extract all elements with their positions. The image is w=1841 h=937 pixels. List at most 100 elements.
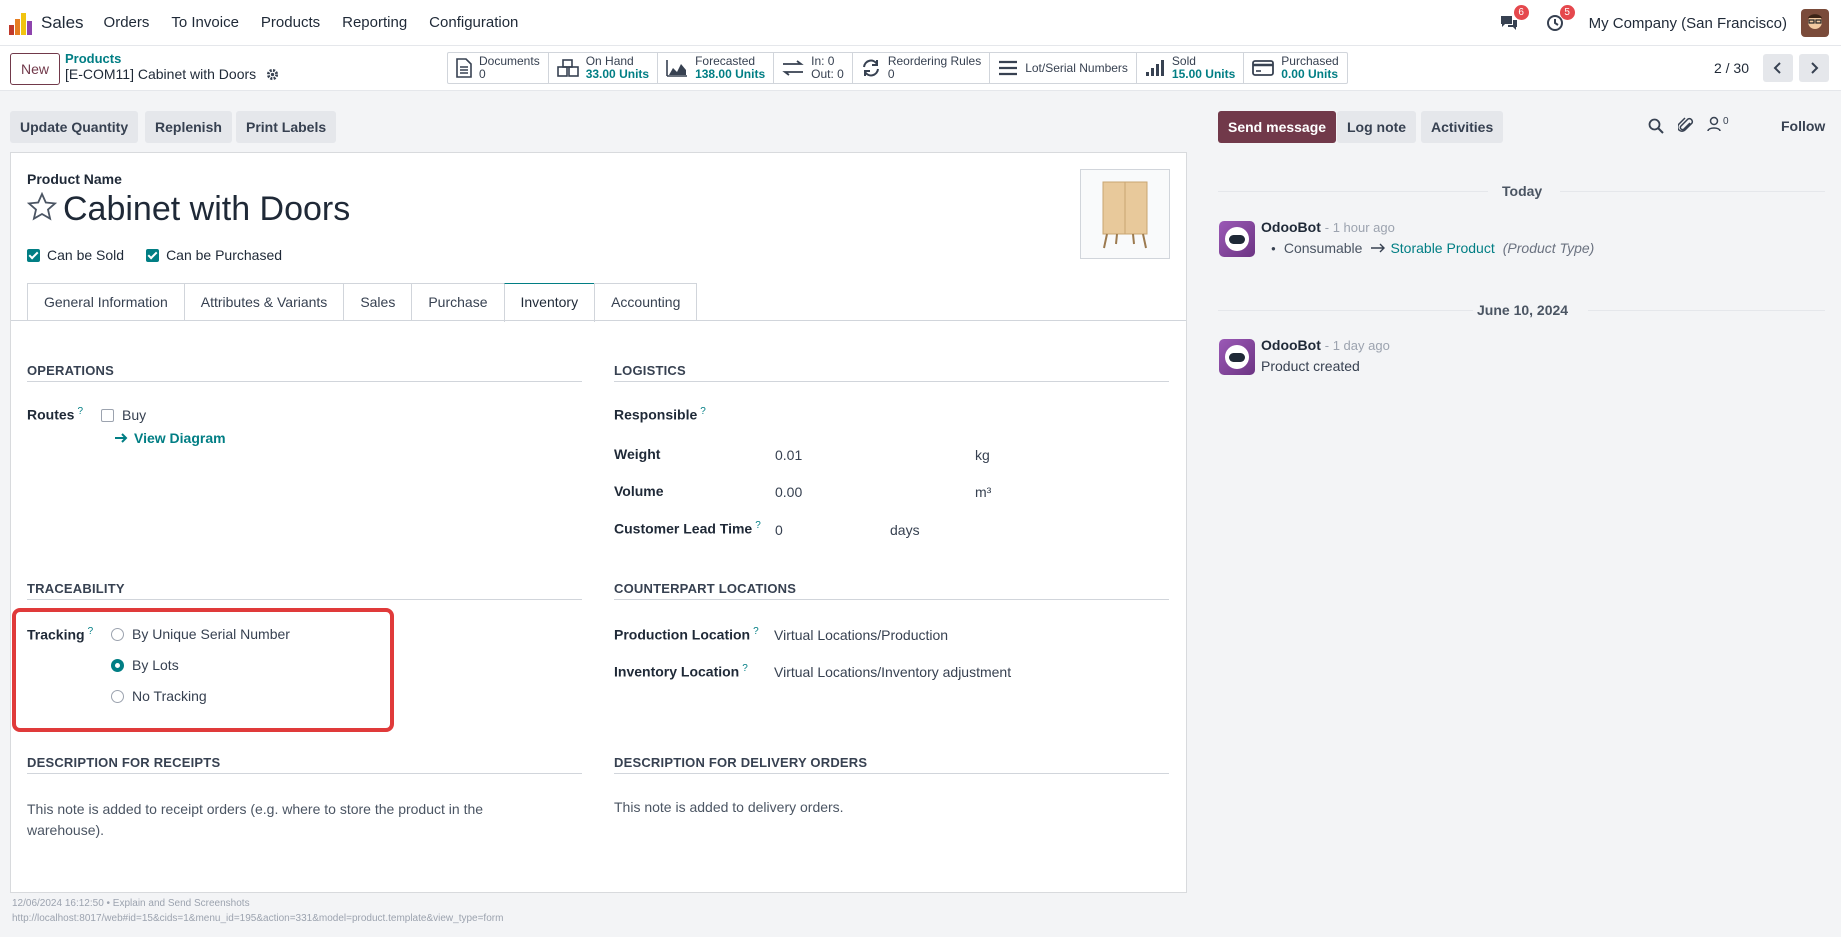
tab-sales[interactable]: Sales bbox=[343, 283, 413, 321]
menu-products[interactable]: Products bbox=[261, 14, 320, 31]
in-out-smart-button[interactable]: In: 0 Out: 0 bbox=[774, 53, 853, 83]
tab-purchase[interactable]: Purchase bbox=[411, 283, 505, 321]
product-name-field[interactable]: Cabinet with Doors bbox=[63, 190, 350, 229]
traceability-divider bbox=[27, 599, 582, 600]
inventory-location-field[interactable]: Virtual Locations/Inventory adjustment bbox=[774, 664, 1011, 680]
breadcrumb: Products [E-COM11] Cabinet with Doors bbox=[65, 52, 279, 83]
routes-label: Routes bbox=[27, 406, 75, 423]
tab-inventory[interactable]: Inventory bbox=[503, 283, 596, 322]
desc-receipts-field[interactable]: This note is added to receipt orders (e.… bbox=[27, 799, 527, 841]
sold-smart-button[interactable]: Sold 15.00 Units bbox=[1137, 53, 1245, 83]
gear-icon[interactable] bbox=[266, 68, 279, 81]
desc-delivery-divider bbox=[614, 773, 1169, 774]
log-note-button[interactable]: Log note bbox=[1337, 111, 1417, 143]
activities-badge: 5 bbox=[1559, 5, 1575, 20]
refresh-icon bbox=[862, 59, 879, 77]
route-buy-checkbox[interactable] bbox=[101, 408, 114, 422]
long-arrow-right-icon bbox=[1371, 243, 1386, 253]
pager-value[interactable]: 2 / 30 bbox=[1714, 60, 1749, 76]
message-author[interactable]: OdooBot bbox=[1261, 219, 1321, 235]
update-quantity-button[interactable]: Update Quantity bbox=[10, 111, 139, 143]
follow-button[interactable]: Follow bbox=[1781, 118, 1825, 134]
user-avatar[interactable] bbox=[1801, 9, 1829, 37]
credit-card-icon bbox=[1252, 60, 1275, 76]
app-name[interactable]: Sales bbox=[41, 13, 84, 33]
production-location-field[interactable]: Virtual Locations/Production bbox=[774, 627, 948, 643]
paperclip-icon[interactable] bbox=[1678, 117, 1694, 135]
smart-buttons: Documents 0 On Hand 33.00 Units Forecasted… bbox=[447, 52, 1348, 84]
pager: 2 / 30 bbox=[1714, 54, 1829, 82]
forecasted-smart-button[interactable]: Forecasted 138.00 Units bbox=[658, 53, 775, 83]
print-labels-button[interactable]: Print Labels bbox=[236, 111, 337, 143]
reordering-value: 0 bbox=[887, 67, 895, 81]
pager-next-button[interactable] bbox=[1799, 54, 1829, 82]
operations-title: OPERATIONS bbox=[27, 363, 114, 378]
traceability-title: TRACEABILITY bbox=[27, 581, 125, 596]
tab-attributes-variants[interactable]: Attributes & Variants bbox=[183, 283, 345, 321]
new-button[interactable]: New bbox=[10, 53, 61, 85]
volume-label: Volume bbox=[614, 483, 664, 499]
on-hand-smart-button[interactable]: On Hand 33.00 Units bbox=[549, 53, 659, 83]
cabinet-image-icon bbox=[1102, 181, 1148, 249]
route-buy-label: Buy bbox=[122, 407, 147, 423]
view-diagram-link[interactable]: View Diagram bbox=[114, 430, 226, 446]
star-icon[interactable] bbox=[27, 192, 57, 222]
desc-receipts-title: DESCRIPTION FOR RECEIPTS bbox=[27, 755, 221, 770]
pager-previous-button[interactable] bbox=[1763, 54, 1793, 82]
tab-general-information[interactable]: General Information bbox=[27, 283, 185, 321]
search-icon[interactable] bbox=[1648, 118, 1664, 134]
june-line-right bbox=[1588, 310, 1825, 311]
tab-accounting[interactable]: Accounting bbox=[594, 283, 698, 321]
followers-button[interactable]: 0 bbox=[1707, 116, 1729, 132]
activities-button[interactable]: 5 bbox=[1543, 5, 1575, 35]
breadcrumb-products[interactable]: Products bbox=[65, 52, 279, 66]
document-icon bbox=[456, 58, 472, 78]
purchased-smart-button[interactable]: Purchased 0.00 Units bbox=[1244, 53, 1346, 83]
top-navbar: Sales Orders To Invoice Products Reporti… bbox=[0, 0, 1841, 46]
volume-unit: m³ bbox=[975, 484, 992, 500]
documents-smart-button[interactable]: Documents 0 bbox=[448, 53, 549, 83]
company-switcher[interactable]: My Company (San Francisco) bbox=[1589, 15, 1787, 32]
menu-configuration[interactable]: Configuration bbox=[429, 14, 518, 31]
sales-app-icon[interactable] bbox=[9, 11, 33, 35]
menu-orders[interactable]: Orders bbox=[104, 14, 150, 31]
reordering-smart-button[interactable]: Reordering Rules 0 bbox=[853, 53, 991, 83]
lead-time-field[interactable]: 0 bbox=[775, 522, 783, 538]
out-count: Out: 0 bbox=[811, 67, 844, 81]
replenish-button[interactable]: Replenish bbox=[145, 111, 232, 143]
chevron-left-icon bbox=[1773, 62, 1781, 74]
weight-field[interactable]: 0.01 bbox=[775, 447, 802, 463]
messages-button[interactable]: 6 bbox=[1497, 5, 1529, 35]
bars-icon bbox=[999, 60, 1018, 76]
exchange-icon bbox=[782, 60, 804, 76]
send-message-button[interactable]: Send message bbox=[1218, 111, 1337, 143]
can-be-sold-checkbox[interactable] bbox=[27, 248, 40, 262]
june-line-left bbox=[1218, 310, 1473, 311]
changed-field: (Product Type) bbox=[1502, 240, 1595, 256]
desc-delivery-field[interactable]: This note is added to delivery orders. bbox=[614, 799, 844, 815]
message-author-2[interactable]: OdooBot bbox=[1261, 337, 1321, 353]
lots-smart-button[interactable]: Lot/Serial Numbers bbox=[990, 53, 1137, 83]
lead-time-label: Customer Lead Time bbox=[614, 520, 753, 537]
logistics-divider bbox=[614, 381, 1169, 382]
activities-button-chatter[interactable]: Activities bbox=[1421, 111, 1504, 143]
volume-field[interactable]: 0.00 bbox=[775, 484, 802, 500]
message-time-2: - 1 day ago bbox=[1324, 338, 1390, 353]
menu-to-invoice[interactable]: To Invoice bbox=[171, 14, 239, 31]
old-value: Consumable bbox=[1283, 240, 1363, 256]
bullet-icon: ● bbox=[1271, 243, 1276, 253]
tracking-change: ● Consumable Storable Product (Product T… bbox=[1271, 240, 1594, 256]
can-be-purchased-checkbox[interactable] bbox=[146, 248, 160, 262]
form-sheet bbox=[10, 152, 1187, 893]
lots-label: Lot/Serial Numbers bbox=[1025, 60, 1128, 75]
can-be-purchased-label: Can be Purchased bbox=[166, 247, 283, 263]
purchased-value: 0.00 Units bbox=[1281, 67, 1338, 81]
product-image[interactable] bbox=[1080, 169, 1170, 259]
weight-unit: kg bbox=[975, 447, 990, 463]
signal-icon bbox=[1145, 60, 1164, 76]
user-face-icon bbox=[1808, 14, 1822, 29]
odoobot-avatar bbox=[1219, 221, 1255, 257]
lead-time-unit: days bbox=[890, 522, 920, 538]
menu-reporting[interactable]: Reporting bbox=[342, 14, 407, 31]
reordering-label: Reordering Rules bbox=[887, 54, 982, 68]
